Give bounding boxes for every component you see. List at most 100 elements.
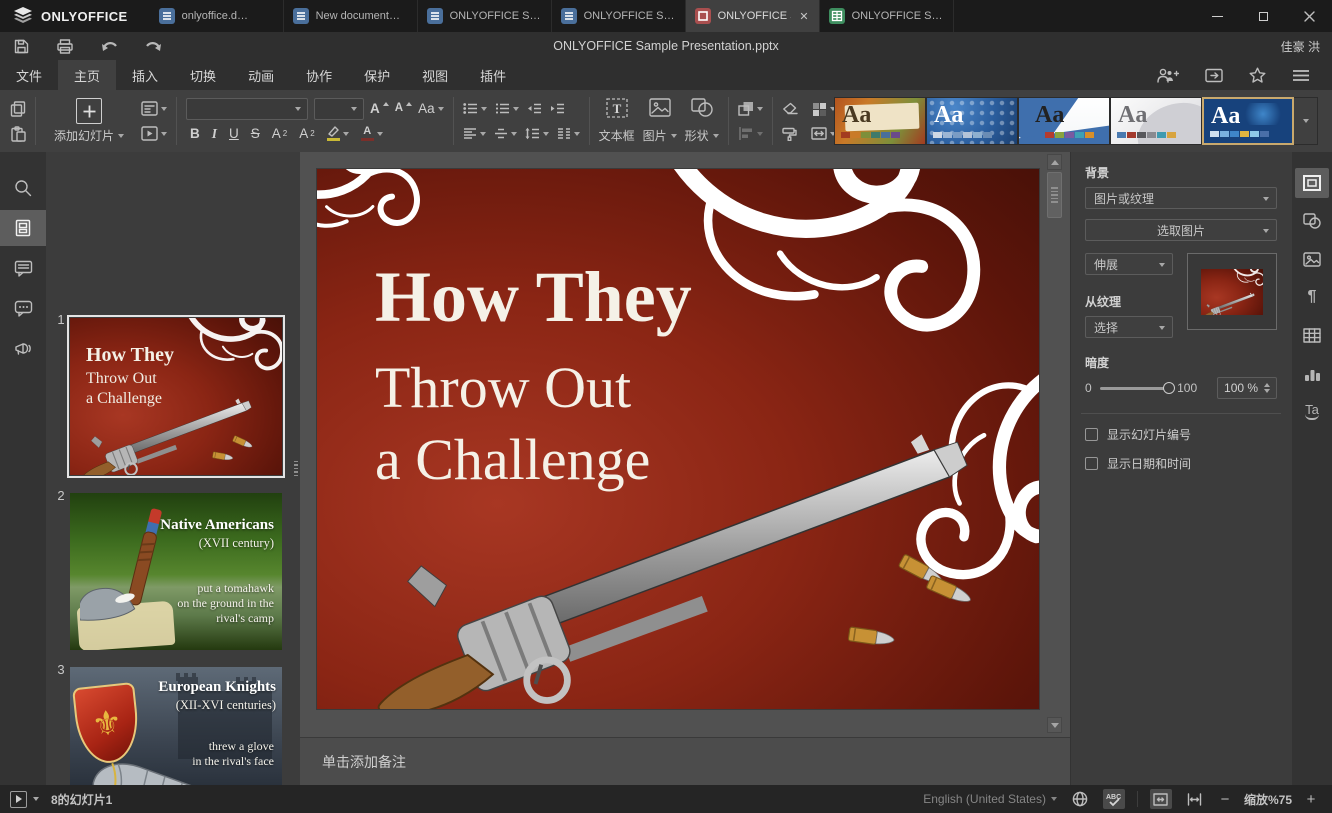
show-date-time-checkbox[interactable]	[1085, 457, 1098, 470]
doc-tab-4[interactable]: ONLYOFFICE S…	[552, 0, 686, 32]
italic-button[interactable]: I	[212, 127, 217, 141]
panel-resizer-handle[interactable]	[292, 152, 300, 785]
show-slide-number-checkbox[interactable]	[1085, 428, 1098, 441]
search-button[interactable]	[0, 170, 46, 206]
menu-protection[interactable]: 保护	[348, 60, 406, 90]
minimize-button[interactable]	[1194, 0, 1240, 32]
start-slideshow-statusbar-button[interactable]	[10, 791, 27, 808]
canvas-vertical-scrollbar[interactable]	[1047, 154, 1062, 733]
theme-official[interactable]: Aa	[834, 97, 926, 145]
textart-settings-button[interactable]: Ta	[1295, 396, 1329, 426]
change-case-button[interactable]: Aa	[418, 102, 444, 116]
zoom-out-button[interactable]: −	[1218, 791, 1232, 808]
opacity-slider[interactable]	[1100, 387, 1169, 390]
insert-textbox-button[interactable]: 文本框	[599, 127, 635, 144]
font-name-combo[interactable]	[186, 98, 308, 120]
decrease-indent-button[interactable]	[527, 102, 542, 115]
chat-button[interactable]	[0, 290, 46, 326]
presentation-tab-active[interactable]: ONLYOFFICE S… ✕	[686, 0, 820, 32]
change-layout-button[interactable]	[141, 101, 167, 116]
open-file-location-button[interactable]	[1205, 68, 1223, 83]
menu-animation[interactable]: 动画	[232, 60, 290, 90]
opacity-slider-handle[interactable]	[1163, 382, 1175, 394]
scrollbar-thumb[interactable]	[1047, 172, 1062, 218]
undo-button[interactable]	[98, 35, 120, 57]
highlight-color-button[interactable]	[327, 126, 349, 141]
opacity-spinbox[interactable]: 100 %	[1217, 377, 1277, 399]
spreadsheet-tab[interactable]: ONLYOFFICE S…	[820, 0, 954, 32]
font-size-combo[interactable]	[314, 98, 364, 120]
theme-blue-selected[interactable]: Aa	[1202, 97, 1294, 145]
menu-file[interactable]: 文件	[0, 60, 58, 90]
menu-home[interactable]: 主页	[58, 60, 116, 90]
paste-button[interactable]	[10, 126, 26, 142]
scroll-down-button[interactable]	[1047, 717, 1062, 733]
print-button[interactable]	[54, 35, 76, 57]
underline-button[interactable]: U	[229, 127, 239, 141]
notes-area[interactable]: 单击添加备注	[300, 737, 1070, 785]
menu-plugins[interactable]: 插件	[464, 60, 522, 90]
theme-dotted[interactable]: Aa	[926, 97, 1018, 145]
slide-canvas[interactable]: How They Throw Out a Challenge	[300, 152, 1070, 737]
fit-to-width-button[interactable]	[1184, 789, 1206, 809]
feedback-button[interactable]	[0, 330, 46, 366]
background-fill-select[interactable]: 图片或纹理	[1085, 187, 1277, 209]
chevron-down-icon[interactable]	[33, 797, 39, 801]
fit-to-slide-button[interactable]	[1150, 789, 1172, 809]
hamburger-menu-button[interactable]	[1292, 69, 1310, 82]
copy-button[interactable]	[10, 101, 26, 117]
scroll-up-button[interactable]	[1047, 154, 1062, 170]
columns-button[interactable]	[557, 127, 580, 140]
slide-title-line-1[interactable]: How They	[375, 261, 692, 333]
spell-check-button[interactable]: ABC	[1103, 789, 1125, 809]
comments-button[interactable]	[0, 250, 46, 286]
menu-transitions[interactable]: 切换	[174, 60, 232, 90]
superscript-button[interactable]: A2	[272, 127, 287, 141]
slides-panel-button[interactable]	[0, 210, 46, 246]
decrease-font-button[interactable]: A	[395, 103, 412, 115]
slide-title-line-2[interactable]: Throw Out	[375, 359, 631, 417]
add-slide-button[interactable]	[76, 98, 102, 124]
bold-button[interactable]: B	[190, 127, 200, 141]
texture-select[interactable]: 选择	[1085, 316, 1173, 338]
insert-shape-button[interactable]: 形状	[685, 127, 719, 144]
spin-arrows[interactable]	[1264, 383, 1270, 393]
numbered-list-button[interactable]	[495, 102, 519, 115]
insert-image-button[interactable]: 图片	[643, 127, 677, 144]
favorite-button[interactable]	[1249, 67, 1266, 83]
add-slide-dropdown[interactable]: 添加幻灯片	[45, 127, 133, 144]
maximize-button[interactable]	[1240, 0, 1286, 32]
table-settings-button[interactable]	[1295, 320, 1329, 350]
slide-thumbnail-1[interactable]: How They Throw Out a Challenge	[70, 318, 282, 475]
save-button[interactable]	[10, 35, 32, 57]
increase-indent-button[interactable]	[550, 102, 565, 115]
zoom-in-button[interactable]: +	[1304, 791, 1318, 808]
theme-turtle[interactable]: Aa	[1018, 97, 1110, 145]
arrange-shape-button[interactable]	[738, 101, 763, 116]
paragraph-settings-button[interactable]: ¶	[1295, 282, 1329, 312]
line-spacing-button[interactable]	[525, 127, 549, 140]
font-color-button[interactable]: A	[361, 126, 383, 141]
slide-thumbnail-3[interactable]: ⚜ European Knights (XII-XVI centuries) t…	[70, 667, 282, 785]
show-slide-number-row[interactable]: 显示幻灯片编号	[1085, 426, 1277, 443]
start-slideshow-button[interactable]	[141, 126, 167, 141]
share-users-button[interactable]	[1157, 68, 1179, 83]
shape-fill-button[interactable]	[812, 102, 836, 116]
slide-size-button[interactable]	[811, 127, 836, 140]
select-picture-button[interactable]: 选取图片	[1085, 219, 1277, 241]
image-settings-button[interactable]	[1295, 244, 1329, 274]
current-slide[interactable]: How They Throw Out a Challenge	[317, 169, 1039, 709]
clear-style-button[interactable]	[782, 102, 798, 115]
align-shape-button[interactable]	[738, 126, 763, 141]
theme-lines[interactable]: Aa	[1110, 97, 1202, 145]
bullet-list-button[interactable]	[463, 102, 487, 115]
strikethrough-button[interactable]: S	[251, 127, 260, 141]
theme-gallery-expand-button[interactable]	[1294, 97, 1318, 145]
menu-view[interactable]: 视图	[406, 60, 464, 90]
chart-settings-button[interactable]	[1295, 358, 1329, 388]
horizontal-align-button[interactable]	[463, 127, 486, 140]
close-button[interactable]	[1286, 0, 1332, 32]
vertical-align-button[interactable]	[494, 127, 517, 140]
copy-style-button[interactable]	[782, 127, 797, 141]
tab-close-icon[interactable]: ✕	[798, 10, 809, 23]
